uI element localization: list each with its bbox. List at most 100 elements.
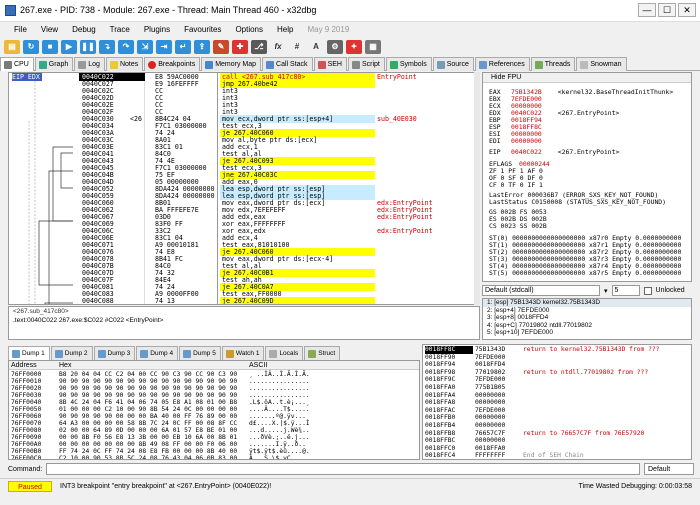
menu-help[interactable]: Help xyxy=(277,25,293,34)
references-icon xyxy=(478,60,487,69)
tab-memory-map[interactable]: Memory Map xyxy=(201,57,262,71)
register-line[interactable]: CF 0 TF 0 IF 1 xyxy=(489,182,543,189)
stack-view[interactable]: 0018FF8C 75B1343D return to kernel32.75B13… xyxy=(422,344,692,460)
register-line[interactable]: EIP 0040C022 <267.EntryPoint> xyxy=(489,149,619,156)
preferences-icon[interactable]: ⚙ xyxy=(327,39,343,54)
disassembly-scrollbar[interactable] xyxy=(474,72,480,305)
segment-line[interactable]: CS 0023 SS 002B xyxy=(489,222,547,230)
arguments-pane[interactable]: 1: [esp] 75B1343D kernel32.75B1343D 2: [… xyxy=(482,298,692,340)
step-into-icon[interactable]: ↴ xyxy=(99,39,115,54)
tab-dump-4[interactable]: Dump 4 xyxy=(136,346,179,360)
tab-locals[interactable]: Locals xyxy=(265,346,304,360)
tab-watch-1[interactable]: Watch 1 xyxy=(221,346,265,360)
stack-row[interactable]: 0018FFC4 FFFFFFFF End of SEH Chain xyxy=(423,452,691,460)
tab-threads[interactable]: Threads xyxy=(530,57,576,71)
register-line[interactable]: LastStatus C0150008 (STATUS_SXS_KEY_NOT_… xyxy=(489,199,666,206)
maximize-button[interactable]: ☐ xyxy=(658,3,676,17)
dropdown-arrow-icon[interactable]: ▾ xyxy=(604,287,608,295)
tab-breakpoints[interactable]: Breakpoints xyxy=(144,57,201,71)
run-icon[interactable]: ▶ xyxy=(61,39,77,54)
tab-log[interactable]: Log xyxy=(74,57,105,71)
tab-source[interactable]: Source xyxy=(432,57,474,71)
tab-notes[interactable]: Notes xyxy=(105,57,144,71)
tab-dump-3[interactable]: Dump 3 xyxy=(93,346,136,360)
trace-into-icon[interactable]: ⇲ xyxy=(137,39,153,54)
fx-icon[interactable]: fx xyxy=(270,40,286,54)
tab-symbols[interactable]: Symbols xyxy=(385,57,432,71)
tab-struct[interactable]: Struct xyxy=(304,346,341,360)
command-mode-select[interactable]: Default xyxy=(644,463,694,475)
register-line[interactable]: EDI 00000000 xyxy=(489,138,558,145)
dump-header: Address Hex ASCII xyxy=(9,361,419,370)
tab-graph[interactable]: Graph xyxy=(34,57,74,71)
register-value[interactable]: 00000000 xyxy=(511,137,542,145)
menu-view[interactable]: View xyxy=(41,25,58,34)
register-comment: <267.EntryPoint> xyxy=(557,148,620,156)
disassembly-view[interactable]: EIP EDX 0040C022 <26 E8 59AC0000 call <267.s… xyxy=(8,72,480,305)
command-input[interactable] xyxy=(46,463,640,475)
arg-line: 5: [esp+10] 7EFDE000 xyxy=(487,329,553,336)
main-tabs: CPU Graph Log Notes Breakpoints Memory M… xyxy=(0,57,700,71)
disasm-instruction: je 267.40C09D xyxy=(220,297,375,304)
tab-dump-5[interactable]: Dump 5 xyxy=(179,346,221,360)
tab-cpu[interactable]: CPU xyxy=(0,57,34,71)
graph-icon xyxy=(38,60,47,69)
menu-favourites[interactable]: Favourites xyxy=(184,25,221,34)
tab-snowman[interactable]: Snowman xyxy=(576,57,627,71)
close-icon[interactable]: ■ xyxy=(42,39,58,54)
trace-over-icon[interactable]: ⇥ xyxy=(156,39,172,54)
register-comment: <267.EntryPoint> xyxy=(557,109,620,117)
close-button[interactable]: ✕ xyxy=(678,3,696,17)
menu-debug[interactable]: Debug xyxy=(72,25,96,34)
tab-dump-2[interactable]: Dump 2 xyxy=(50,346,93,360)
tab-call-stack[interactable]: Call Stack xyxy=(262,57,313,71)
pause-icon[interactable]: ❚❚ xyxy=(80,39,96,54)
patch-icon[interactable]: ✚ xyxy=(232,39,248,54)
registers-pane[interactable]: Hide FPU EAX 75B1342B <kernel32.BaseThread… xyxy=(482,72,692,282)
disasm-bytes: 74 13 xyxy=(155,297,175,305)
tab-dump-1[interactable]: Dump 1 xyxy=(8,346,50,360)
flag-line[interactable]: CF 0 TF 0 IF 1 xyxy=(489,181,543,189)
menu-file[interactable]: File xyxy=(14,25,27,34)
script-icon xyxy=(351,60,360,69)
menu-plugins[interactable]: Plugins xyxy=(144,25,170,34)
arg-line: 2: [esp+4] 7EFDE000 xyxy=(487,306,550,314)
hide-fpu-button[interactable]: Hide FPU xyxy=(483,73,691,83)
disasm-row[interactable]: 0040C088 74 13 je 267.40C09D xyxy=(9,297,479,305)
tab-script[interactable]: Script xyxy=(347,57,385,71)
execute-till-return-icon[interactable]: ↵ xyxy=(175,39,191,54)
register-line[interactable]: ST(5) 0000000000000000000 x87r5 Empty 0.… xyxy=(489,270,681,277)
disasm-address: 0040C088 xyxy=(82,297,114,305)
cpu-icon xyxy=(4,60,12,69)
register-line[interactable]: EDX 0040C022 <267.EntryPoint> xyxy=(489,110,619,117)
restart-icon[interactable]: ↻ xyxy=(23,39,39,54)
build-date: May 9 2019 xyxy=(307,25,350,34)
highlight-icon[interactable]: ✦ xyxy=(346,39,362,54)
register-value[interactable]: 0040C022 xyxy=(511,148,542,156)
step-over-icon[interactable]: ↷ xyxy=(118,39,134,54)
info-location: .text:0040C022 267.exe:$C022 #C022 <Entr… xyxy=(13,317,164,324)
fpu-line[interactable]: ST(5) 0000000000000000000 x87r5 Empty 0.… xyxy=(489,269,681,277)
dump-row[interactable]: 76FF00C0 C2 10 00 90 53 8B 5C 24 08 76 43… xyxy=(9,455,419,459)
scylla-icon[interactable]: ✎ xyxy=(213,39,229,54)
calling-convention-select[interactable]: Default (stdcall) xyxy=(482,285,600,296)
graph-icon[interactable]: ⎇ xyxy=(251,39,267,54)
last-status: LastStatus C0150008 (STATUS_SXS_KEY_NOT_… xyxy=(489,198,666,206)
stack-comment: End of SEH Chain xyxy=(523,452,584,460)
calculator-icon[interactable]: ▦ xyxy=(365,39,381,54)
unlocked-checkbox[interactable] xyxy=(643,286,652,295)
tab-references[interactable]: References xyxy=(474,57,530,71)
open-icon[interactable]: ▤ xyxy=(4,39,20,54)
stack-address: 0018FFC4 xyxy=(425,452,456,460)
arg-count-spinner[interactable]: 5 xyxy=(611,285,640,296)
menu-options[interactable]: Options xyxy=(235,25,263,34)
run-to-user-code-icon[interactable]: ⇪ xyxy=(194,39,210,54)
minimize-button[interactable]: — xyxy=(638,3,656,17)
dump-view[interactable]: Address Hex ASCII 76FF0000 B8 20 04 04 CC… xyxy=(8,360,420,460)
register-line[interactable]: CS 0023 SS 002B xyxy=(489,223,547,230)
menu-trace[interactable]: Trace xyxy=(110,25,130,34)
tab-seh[interactable]: SEH xyxy=(313,57,347,71)
dump-tabs: Dump 1 Dump 2 Dump 3 Dump 4 Dump 5 Watch… xyxy=(8,346,420,360)
hash-icon[interactable]: # xyxy=(289,40,305,54)
font-icon[interactable]: A xyxy=(308,40,324,54)
